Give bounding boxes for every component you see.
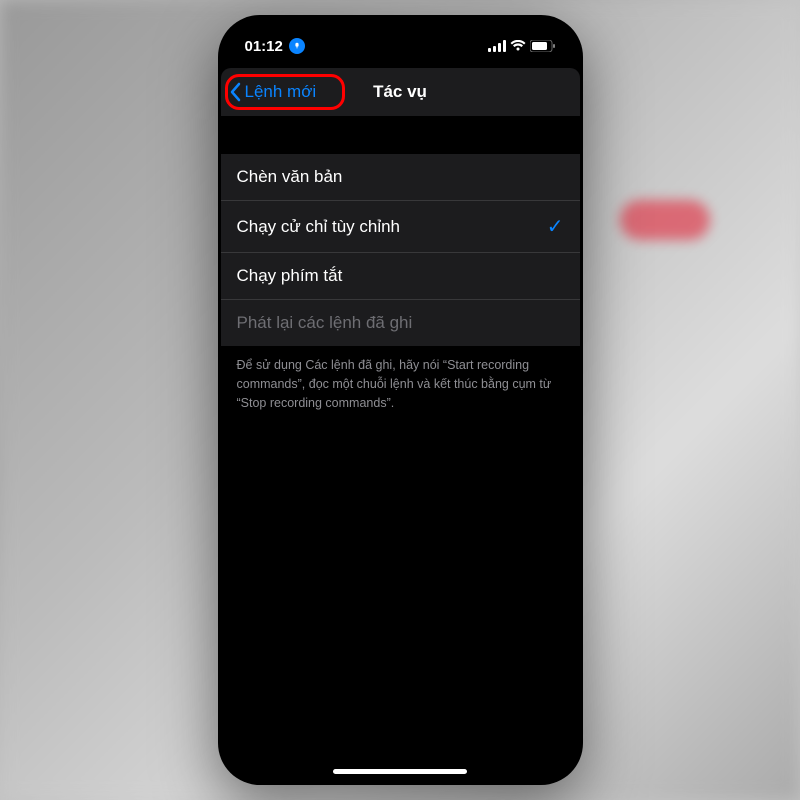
- list-item-label: Chạy cử chỉ tùy chỉnh: [237, 217, 401, 237]
- checkmark-icon: ✓: [547, 214, 564, 239]
- cellular-signal-icon: [488, 40, 506, 52]
- status-left: 01:12: [245, 38, 305, 55]
- navigation-bar: Lệnh mới Tác vụ: [221, 68, 580, 116]
- list-item-label: Chèn văn bản: [237, 167, 343, 187]
- status-bar: 01:12: [221, 18, 580, 62]
- home-indicator[interactable]: [333, 769, 467, 774]
- background-red-blob: [620, 200, 710, 240]
- footer-description: Để sử dụng Các lệnh đã ghi, hãy nói “Sta…: [221, 346, 580, 422]
- phone-frame: 01:12 Lệnh mới Tác vụ Ch: [218, 15, 583, 785]
- section-spacer: [221, 116, 580, 154]
- microphone-indicator-icon: [289, 38, 305, 54]
- battery-icon: [530, 40, 556, 52]
- wifi-icon: [510, 40, 526, 52]
- list-item-label: Chạy phím tắt: [237, 266, 343, 286]
- phone-screen: 01:12 Lệnh mới Tác vụ Ch: [221, 18, 580, 782]
- list-item-run-shortcut[interactable]: Chạy phím tắt: [221, 253, 580, 300]
- list-item-insert-text[interactable]: Chèn văn bản: [221, 154, 580, 201]
- status-right: [488, 40, 556, 52]
- list-item-replay-recorded: Phát lại các lệnh đã ghi: [221, 300, 580, 346]
- action-list: Chèn văn bản Chạy cử chỉ tùy chỉnh ✓ Chạ…: [221, 154, 580, 346]
- list-item-label: Phát lại các lệnh đã ghi: [237, 313, 413, 333]
- list-item-run-custom-gesture[interactable]: Chạy cử chỉ tùy chỉnh ✓: [221, 201, 580, 253]
- back-button[interactable]: Lệnh mới: [229, 82, 317, 102]
- back-button-label: Lệnh mới: [245, 82, 317, 102]
- chevron-left-icon: [229, 82, 241, 102]
- status-time: 01:12: [245, 38, 283, 55]
